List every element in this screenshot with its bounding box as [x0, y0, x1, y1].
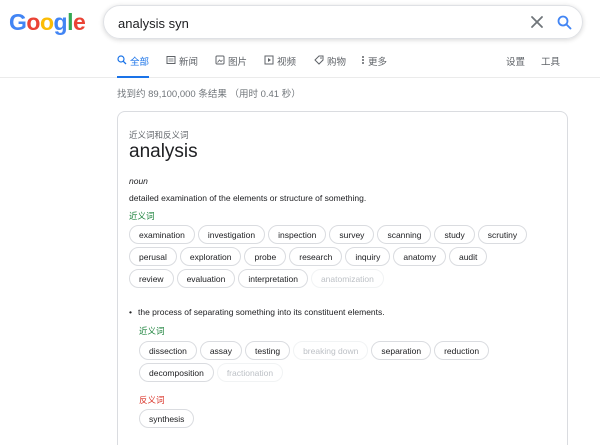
- word-chip[interactable]: scrutiny: [477, 225, 528, 244]
- word-chip[interactable]: decomposition: [139, 363, 214, 382]
- word-chip[interactable]: reduction: [434, 341, 490, 360]
- logo-letter: o: [39, 9, 54, 35]
- tab-videos[interactable]: 视频: [264, 54, 296, 78]
- word-chip[interactable]: testing: [245, 341, 291, 360]
- word-chip[interactable]: probe: [244, 247, 287, 266]
- settings-link[interactable]: 设置: [506, 54, 525, 68]
- tab-label: 全部: [130, 57, 150, 68]
- close-icon: [531, 16, 543, 28]
- logo-letter: g: [53, 9, 68, 35]
- search-icon: [117, 55, 127, 65]
- word-chip[interactable]: evaluation: [176, 269, 236, 288]
- part-of-speech: noun: [129, 176, 148, 186]
- word-chip[interactable]: inquiry: [345, 247, 391, 266]
- word-chip[interactable]: inspection: [268, 225, 327, 244]
- word-chip[interactable]: scanning: [377, 225, 432, 244]
- search-icon: [557, 15, 571, 29]
- headword: analysis: [129, 141, 198, 162]
- synonym-chips-2: dissection assay testing breaking down separ…: [139, 341, 519, 382]
- definition-2-text: the process of separating something into…: [137, 307, 385, 317]
- logo-letter: G: [9, 9, 27, 35]
- word-chip[interactable]: assay: [199, 341, 243, 360]
- tab-label: 新闻: [179, 57, 199, 68]
- tab-label: 图片: [228, 57, 248, 68]
- card-header: 近义词和反义词: [129, 130, 189, 140]
- tab-images[interactable]: 图片: [215, 54, 247, 78]
- word-chip[interactable]: dissection: [139, 341, 197, 360]
- result-stats: 找到约 89,100,000 条结果 （用时 0.41 秒）: [117, 89, 301, 100]
- video-icon: [264, 55, 274, 65]
- logo-letter: e: [72, 9, 86, 35]
- definition-2: • the process of separating something int…: [129, 307, 385, 317]
- word-chip: fractionation: [216, 363, 284, 382]
- news-icon: [166, 56, 176, 64]
- image-icon: [215, 55, 225, 65]
- word-chip[interactable]: study: [434, 225, 475, 244]
- tab-shopping[interactable]: 购物: [314, 54, 346, 78]
- tab-label: 视频: [277, 57, 297, 68]
- more-vert-icon: [362, 56, 364, 64]
- antonym-chips: synthesis: [139, 409, 519, 428]
- logo-letter: o: [26, 9, 40, 35]
- tab-more[interactable]: 更多: [361, 54, 387, 78]
- word-chip[interactable]: separation: [371, 341, 432, 360]
- synonyms-label: 近义词: [129, 211, 155, 221]
- tab-all[interactable]: 全部: [117, 54, 150, 78]
- word-chip[interactable]: exploration: [179, 247, 242, 266]
- bullet: •: [129, 307, 132, 317]
- search-button[interactable]: [555, 13, 573, 31]
- clear-search-button[interactable]: [528, 13, 546, 31]
- tab-news[interactable]: 新闻: [166, 54, 198, 78]
- search-tabs: 全部 新闻 图片 视频 购物 更多 设置 工具: [0, 50, 600, 78]
- tab-label: 更多: [368, 57, 388, 68]
- dictionary-card: 近义词和反义词 analysis noun detailed examinati…: [117, 111, 568, 445]
- word-chip[interactable]: perusal: [129, 247, 177, 266]
- word-chip[interactable]: investigation: [197, 225, 266, 244]
- google-logo[interactable]: Google: [9, 9, 86, 35]
- synonym-chips-1: examination investigation inspection survey…: [129, 225, 529, 288]
- word-chip[interactable]: interpretation: [238, 269, 308, 288]
- word-chip: anatomization: [310, 269, 384, 288]
- word-chip[interactable]: research: [289, 247, 343, 266]
- word-chip[interactable]: anatomy: [393, 247, 446, 266]
- synonyms-label-2: 近义词: [139, 326, 165, 336]
- tab-label: 购物: [327, 57, 347, 68]
- tag-icon: [314, 55, 324, 65]
- antonyms-label: 反义词: [139, 395, 165, 405]
- definition-1: detailed examination of the elements or …: [129, 193, 367, 203]
- word-chip[interactable]: synthesis: [139, 409, 195, 428]
- word-chip: breaking down: [293, 341, 369, 360]
- word-chip[interactable]: review: [129, 269, 174, 288]
- search-box[interactable]: [103, 5, 583, 39]
- word-chip[interactable]: audit: [448, 247, 488, 266]
- tools-link[interactable]: 工具: [541, 54, 560, 68]
- search-input[interactable]: [118, 14, 498, 32]
- word-chip[interactable]: survey: [329, 225, 375, 244]
- word-chip[interactable]: examination: [129, 225, 195, 244]
